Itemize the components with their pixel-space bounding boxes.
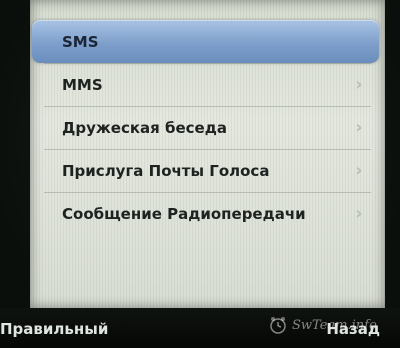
menu-item-label: Дружеская беседа: [62, 118, 227, 137]
alarm-clock-logo-icon: [270, 317, 286, 334]
left-softkey-button[interactable]: Правильный: [0, 320, 108, 338]
messaging-menu-list: SMS MMS › Дружеская беседа › Прислуга По…: [30, 20, 385, 235]
menu-item-broadcast-message[interactable]: Сообщение Радиопередачи ›: [30, 192, 385, 235]
menu-item-sms[interactable]: SMS: [32, 20, 379, 63]
screen: SMS MMS › Дружеская беседа › Прислуга По…: [30, 0, 385, 308]
watermark-text: SwTeam.info: [292, 317, 377, 333]
menu-item-label: MMS: [62, 75, 103, 94]
menu-item-chat[interactable]: Дружеская беседа ›: [30, 106, 385, 149]
menu-item-label: Прислуга Почты Голоса: [62, 161, 270, 180]
chevron-right-icon: ›: [355, 160, 363, 181]
menu-item-mms[interactable]: MMS ›: [30, 63, 385, 106]
menu-item-voicemail[interactable]: Прислуга Почты Голоса ›: [30, 149, 385, 192]
phone-display: SMS MMS › Дружеская беседа › Прислуга По…: [0, 0, 400, 348]
chevron-right-icon: ›: [355, 117, 363, 138]
menu-item-label: SMS: [62, 32, 99, 51]
watermark: SwTeam.info: [268, 310, 378, 340]
menu-item-label: Сообщение Радиопередачи: [62, 204, 306, 223]
chevron-right-icon: ›: [355, 74, 363, 95]
chevron-right-icon: ›: [355, 203, 363, 224]
